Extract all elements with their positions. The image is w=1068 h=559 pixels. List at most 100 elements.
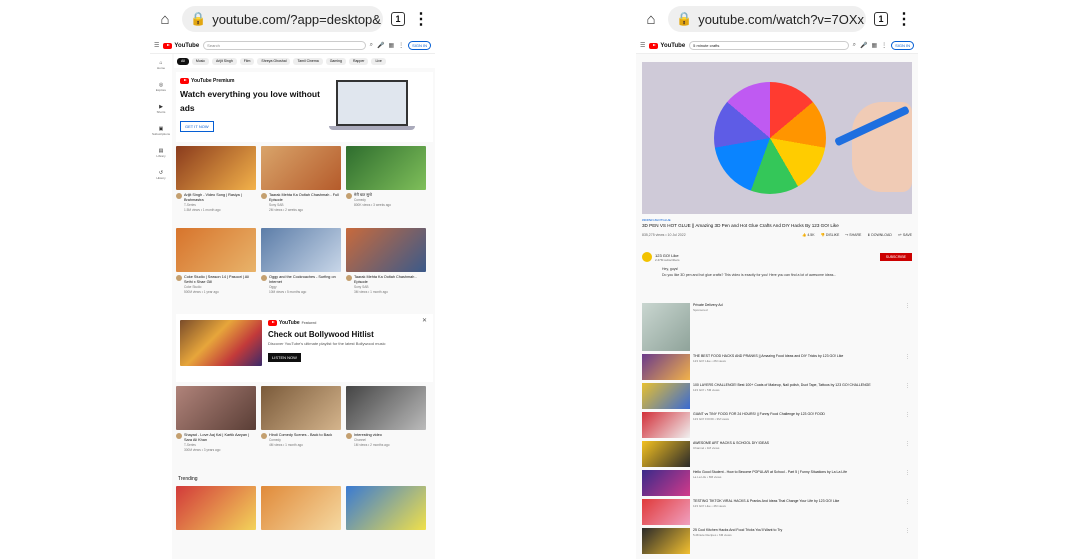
video-card[interactable]: Oggy and the Cockroaches - Surfing on In… (261, 228, 341, 310)
like-button[interactable]: 👍 4.5K (802, 233, 815, 237)
channel-avatar[interactable] (261, 275, 267, 281)
address-bar[interactable]: 🔒 youtube.com/watch?v=7OXx (668, 6, 866, 32)
address-bar[interactable]: 🔒 youtube.com/?app=desktop& (182, 6, 383, 32)
chip[interactable]: Music (191, 57, 210, 65)
trending-thumbnail[interactable] (261, 486, 341, 530)
channel-avatar[interactable] (261, 433, 267, 439)
related-thumbnail[interactable] (642, 470, 690, 496)
related-thumbnail[interactable] (642, 441, 690, 467)
settings-icon[interactable]: ⋮ (881, 42, 887, 49)
hamburger-icon[interactable]: ☰ (154, 42, 159, 49)
video-title[interactable]: Taarak Mehta Ka Ooltah Chashmah - Episod… (354, 275, 426, 285)
youtube-logo[interactable]: YouTube (649, 42, 685, 49)
rail-item[interactable]: ▣ Subscriptions (150, 120, 172, 142)
trending-thumbnail[interactable] (346, 486, 426, 530)
chip[interactable]: Gaming (325, 57, 346, 65)
rail-item[interactable]: ▶ Shorts (150, 98, 172, 120)
more-icon[interactable]: ⋮ (905, 499, 910, 505)
dislike-button[interactable]: 👎 DISLIKE (821, 233, 840, 237)
save-button[interactable]: ≡+ SAVE (898, 233, 912, 237)
share-button[interactable]: ↪ SHARE (845, 233, 861, 237)
related-video[interactable]: 25 Cool Kitchen Hacks And Food Tricks Yo… (642, 528, 912, 554)
youtube-logo[interactable]: YouTube (163, 42, 199, 49)
search-input[interactable]: Search (203, 41, 366, 50)
chip[interactable]: Rapper (348, 57, 369, 65)
sign-in-button[interactable]: SIGN IN (408, 41, 431, 50)
video-thumbnail[interactable] (176, 386, 256, 430)
video-thumbnail[interactable] (346, 228, 426, 272)
download-button[interactable]: ⬇ DOWNLOAD (867, 233, 892, 237)
video-thumbnail[interactable] (261, 146, 341, 190)
more-icon[interactable]: ⋮ (905, 383, 910, 389)
video-thumbnail[interactable] (261, 386, 341, 430)
chip[interactable]: Live (371, 57, 386, 65)
get-it-now-button[interactable]: GET IT NOW (180, 121, 214, 132)
related-title[interactable]: TESTING TIKTOK VIRAL HACKS & Pranks And … (693, 499, 839, 504)
video-thumbnail[interactable] (176, 146, 256, 190)
video-card[interactable]: Hindi Comedy Scenes - Back to Back Comedy… (261, 386, 341, 468)
related-thumbnail[interactable] (642, 499, 690, 525)
more-menu-icon[interactable]: ⋮ (896, 9, 912, 29)
video-card[interactable]: Coke Studio | Season 14 | Pasoori | Ali … (176, 228, 256, 310)
description[interactable]: Hey, guys! Do you like 3D pen and hot gl… (662, 266, 904, 278)
more-menu-icon[interactable]: ⋮ (413, 9, 429, 29)
related-video[interactable]: GIANT vs TINY FOOD FOR 24 HOURS! || Funn… (642, 412, 912, 438)
video-title[interactable]: Coke Studio | Season 14 | Pasoori | Ali … (184, 275, 256, 285)
video-card[interactable]: Shayad - Love Aaj Kal | Kartik Aaryan | … (176, 386, 256, 468)
video-card[interactable]: मेरी बात सुनो Comedy 800K views • 3 weeks … (346, 146, 426, 228)
trending-thumbnail[interactable] (176, 486, 256, 530)
rail-item[interactable]: ↺ History (150, 164, 172, 186)
apps-icon[interactable]: ▦ (871, 42, 877, 49)
video-player[interactable] (642, 62, 912, 214)
related-thumbnail[interactable] (642, 528, 690, 554)
subscribe-button[interactable]: SUBSCRIBE (879, 253, 912, 261)
home-icon[interactable]: ⌂ (156, 10, 174, 28)
video-title[interactable]: Taarak Mehta Ka Ooltah Chashmah - Full E… (269, 193, 341, 203)
channel-avatar[interactable] (346, 433, 352, 439)
more-icon[interactable]: ⋮ (905, 354, 910, 360)
related-title[interactable]: 100 LAYERS CHALLENGE! Best 100+ Coats of… (693, 383, 871, 388)
channel-avatar[interactable] (642, 252, 652, 262)
video-thumbnail[interactable] (261, 228, 341, 272)
apps-icon[interactable]: ▦ (388, 42, 394, 49)
channel-avatar[interactable] (176, 275, 182, 281)
video-card[interactable]: Taarak Mehta Ka Ooltah Chashmah - Episod… (346, 228, 426, 310)
more-icon[interactable]: ⋮ (905, 412, 910, 418)
channel-name[interactable]: 123 GO! Like (655, 253, 680, 258)
related-video[interactable]: Private Delivery Ad Sponsored ⋮ (642, 303, 912, 351)
rail-item[interactable]: ◎ Explore (150, 76, 172, 98)
related-thumbnail[interactable] (642, 383, 690, 409)
channel-avatar[interactable] (261, 193, 267, 199)
related-title[interactable]: Private Delivery Ad (693, 303, 723, 308)
video-thumbnail[interactable] (346, 146, 426, 190)
video-thumbnail[interactable] (346, 386, 426, 430)
more-icon[interactable]: ⋮ (905, 470, 910, 476)
close-icon[interactable]: ✕ (422, 317, 427, 324)
video-title[interactable]: Oggy and the Cockroaches - Surfing on In… (269, 275, 341, 285)
rail-item[interactable]: ▤ Library (150, 142, 172, 164)
related-video[interactable]: 100 LAYERS CHALLENGE! Best 100+ Coats of… (642, 383, 912, 409)
chip[interactable]: All (177, 57, 189, 65)
hamburger-icon[interactable]: ☰ (640, 42, 645, 49)
related-thumbnail[interactable] (642, 303, 690, 351)
related-title[interactable]: AWESOME ART HACKS & SCHOOL DIY IDEAS (693, 441, 769, 446)
more-icon[interactable]: ⋮ (905, 303, 910, 309)
more-icon[interactable]: ⋮ (905, 528, 910, 534)
channel-avatar[interactable] (176, 433, 182, 439)
search-icon[interactable]: ⌕ (370, 42, 373, 49)
chip[interactable]: Tamil Cinema (293, 57, 323, 65)
related-video[interactable]: Hello Good Student - How to Become POPUL… (642, 470, 912, 496)
video-title[interactable]: Arijit Singh - Video Song | Rasiya | Bra… (184, 193, 256, 203)
chip[interactable]: Shreya Ghoshal (257, 57, 291, 65)
more-icon[interactable]: ⋮ (905, 441, 910, 447)
video-card[interactable]: Arijit Singh - Video Song | Rasiya | Bra… (176, 146, 256, 228)
channel-avatar[interactable] (346, 275, 352, 281)
related-thumbnail[interactable] (642, 354, 690, 380)
related-video[interactable]: AWESOME ART HACKS & SCHOOL DIY IDEAS Chan… (642, 441, 912, 467)
channel-avatar[interactable] (176, 193, 182, 199)
mic-icon[interactable]: 🎤 (860, 42, 867, 49)
chip[interactable]: Film (239, 57, 255, 65)
related-video[interactable]: THE BEST FOOD HACKS AND PRANKS || Amazin… (642, 354, 912, 380)
video-card[interactable]: Interesting video Channel 1M views • 2 mon… (346, 386, 426, 468)
channel-avatar[interactable] (346, 193, 352, 199)
